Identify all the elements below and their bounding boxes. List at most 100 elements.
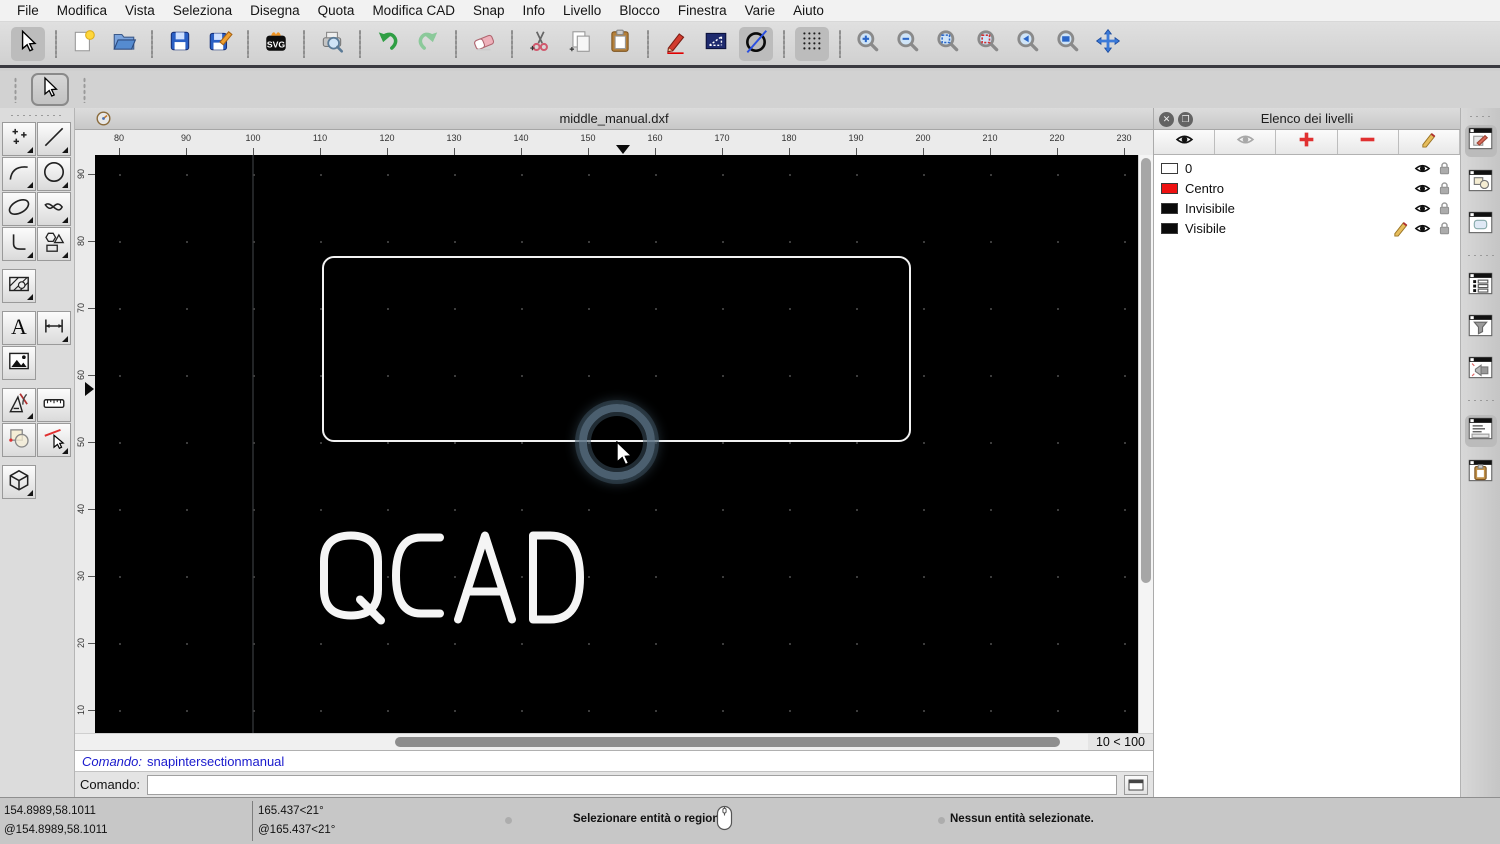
library-browser-panel-button[interactable] — [1465, 354, 1497, 386]
image-tool-button[interactable] — [2, 346, 36, 380]
dimension-tools-button[interactable] — [37, 311, 71, 345]
close-icon[interactable]: ✕ — [1159, 111, 1174, 127]
delete-button[interactable] — [467, 27, 501, 61]
modify-tools-button[interactable] — [2, 423, 36, 457]
hatch-tool-button[interactable] — [2, 269, 36, 303]
menu-varie[interactable]: Varie — [736, 3, 785, 18]
zoom-auto-button[interactable] — [931, 27, 965, 61]
command-line-toggle-button[interactable] — [1124, 774, 1148, 795]
layer-row-visibile[interactable]: Visibile — [1154, 218, 1460, 238]
menu-seleziona[interactable]: Seleziona — [164, 3, 241, 18]
arc-tools-button[interactable] — [2, 157, 36, 191]
toolbar-drag-handle[interactable] — [14, 76, 17, 103]
grid-dot — [253, 241, 255, 243]
property-list-panel-button[interactable] — [1465, 270, 1497, 302]
zoom-out-button[interactable] — [891, 27, 925, 61]
command-line-panel-button[interactable] — [1464, 415, 1497, 447]
new-file-button[interactable] — [67, 27, 101, 61]
redo-button[interactable] — [411, 27, 445, 61]
layer-row-invisibile[interactable]: Invisibile — [1154, 198, 1460, 218]
toolbar-drag-handle[interactable] — [83, 76, 86, 103]
svg-export-button[interactable]: SVG — [259, 27, 293, 61]
horizontal-scrollbar[interactable]: 10 < 100 — [75, 733, 1153, 750]
menu-info[interactable]: Info — [514, 3, 555, 18]
edit-layer-button[interactable] — [1398, 130, 1461, 154]
remove-layer-button[interactable] — [1337, 130, 1399, 154]
pointer-button[interactable] — [11, 26, 45, 61]
grid-dot — [186, 241, 188, 243]
selection-filter-panel-button[interactable] — [1465, 312, 1497, 344]
layer-row-0[interactable]: 0 — [1154, 158, 1460, 178]
clipboard-panel-button[interactable] — [1465, 457, 1497, 489]
zoom-previous-button[interactable] — [1011, 27, 1045, 61]
vertical-scrollbar[interactable] — [1138, 155, 1153, 733]
view-list-panel-button[interactable] — [1465, 209, 1497, 241]
print-preview-button[interactable] — [315, 27, 349, 61]
menu-snap[interactable]: Snap — [464, 3, 514, 18]
layer-lock-icon[interactable] — [1436, 200, 1453, 216]
pan-button[interactable] — [1091, 27, 1125, 61]
open-file-button[interactable] — [107, 27, 141, 61]
drawing-canvas[interactable] — [95, 155, 1138, 733]
undock-icon[interactable]: ❐ — [1178, 111, 1193, 127]
layer-visibility-eye-icon[interactable] — [1414, 160, 1431, 176]
spline-tools-button[interactable] — [37, 192, 71, 226]
menu-quota[interactable]: Quota — [309, 3, 364, 18]
construction-circle-button[interactable] — [739, 26, 773, 61]
layer-lock-icon[interactable] — [1436, 180, 1453, 196]
ellipse-tools-button[interactable] — [2, 192, 36, 226]
menu-modifica-cad[interactable]: Modifica CAD — [363, 3, 464, 18]
pointer-tool-button[interactable] — [31, 73, 69, 106]
measure-tool-button[interactable] — [37, 388, 71, 422]
layer-row-centro[interactable]: Centro — [1154, 178, 1460, 198]
save-button[interactable] — [163, 27, 197, 61]
shape-tools-button[interactable] — [37, 227, 71, 261]
menu-livello[interactable]: Livello — [554, 3, 610, 18]
command-input[interactable] — [146, 774, 1117, 795]
menu-finestra[interactable]: Finestra — [669, 3, 736, 18]
menu-blocco[interactable]: Blocco — [610, 3, 669, 18]
menu-disegna[interactable]: Disegna — [241, 3, 309, 18]
layer-visibility-eye-icon[interactable] — [1414, 180, 1431, 196]
layer-lock-icon[interactable] — [1436, 160, 1453, 176]
polyline-tools-button[interactable] — [2, 227, 36, 261]
hruler-label: 180 — [781, 133, 797, 143]
dock-drag-handle[interactable] — [1467, 115, 1494, 118]
layer-list-panel-button[interactable] — [1464, 125, 1497, 157]
vertical-scrollbar-thumb[interactable] — [1141, 158, 1151, 583]
zoom-in-button[interactable] — [851, 27, 885, 61]
copy-button[interactable] — [563, 27, 597, 61]
cut-button[interactable] — [523, 27, 557, 61]
line-tools-button[interactable] — [37, 122, 71, 156]
add-layer-button[interactable] — [1276, 130, 1338, 154]
circle-tools-button[interactable] — [37, 157, 71, 191]
show-all-eye-button[interactable] — [1154, 130, 1216, 154]
layer-lock-icon[interactable] — [1436, 220, 1453, 236]
save-as-button[interactable] — [203, 27, 237, 61]
hide-all-eye-button[interactable] — [1215, 130, 1277, 154]
paste-button[interactable] — [603, 27, 637, 61]
grid-toggle-button[interactable] — [795, 26, 829, 61]
palette-drag-handle[interactable] — [9, 114, 65, 117]
menu-modifica[interactable]: Modifica — [48, 3, 116, 18]
window-icon — [1128, 779, 1144, 790]
menu-vista[interactable]: Vista — [116, 3, 164, 18]
pen-button[interactable] — [659, 27, 693, 61]
undo-button[interactable] — [371, 27, 405, 61]
zoom-window-button[interactable] — [1051, 27, 1085, 61]
menu-file[interactable]: File — [8, 3, 48, 18]
document-title-bar[interactable]: middle_manual.dxf — [75, 108, 1153, 130]
modify-line-tool-button[interactable] — [37, 423, 71, 457]
horizontal-scrollbar-thumb[interactable] — [395, 737, 1060, 747]
point-tools-button[interactable] — [2, 122, 36, 156]
layer-visibility-eye-icon[interactable] — [1414, 200, 1431, 216]
menu-aiuto[interactable]: Aiuto — [784, 3, 833, 18]
text-tool-button[interactable]: A — [2, 311, 36, 345]
shape-tools-icon — [41, 229, 67, 260]
block-list-panel-button[interactable] — [1465, 167, 1497, 199]
viewport-3d-tool-button[interactable] — [2, 465, 36, 499]
drafting-tools-button[interactable] — [2, 388, 36, 422]
zoom-selection-button[interactable] — [971, 27, 1005, 61]
layer-visibility-eye-icon[interactable] — [1414, 220, 1431, 236]
line-properties-button[interactable] — [699, 27, 733, 61]
